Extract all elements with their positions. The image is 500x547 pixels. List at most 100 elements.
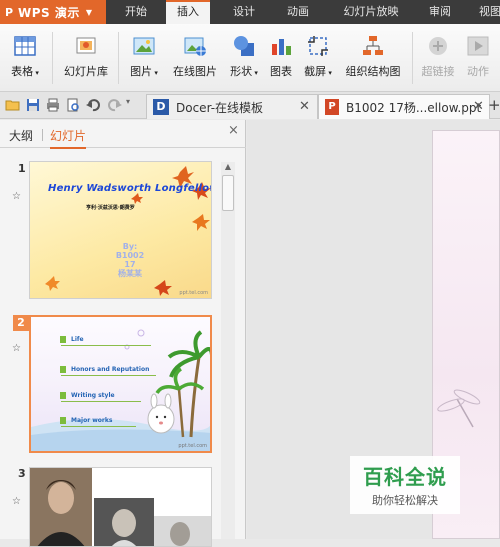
tab-slides[interactable]: 幻灯片 <box>50 127 87 149</box>
slide-thumbnail-3[interactable] <box>29 467 212 547</box>
online-picture-label: 在线图片 <box>173 65 217 78</box>
divider <box>61 401 141 402</box>
docer-icon: D <box>153 99 169 115</box>
tab-start[interactable]: 开始 <box>114 0 158 24</box>
save-icon[interactable] <box>25 97 41 113</box>
ribbon-divider <box>118 32 119 84</box>
action-icon <box>466 34 490 58</box>
chevron-down-icon: ▼ <box>85 7 93 17</box>
slide-footer: ppt.tel.com <box>179 290 208 296</box>
picture-icon <box>132 34 156 58</box>
online-picture-icon <box>183 34 207 58</box>
close-tab-icon[interactable]: ✕ <box>473 99 484 114</box>
print-icon[interactable] <box>45 97 61 113</box>
animation-star-icon: ☆ <box>12 191 21 202</box>
slide-title: Henry Wadsworth Longfellow <box>48 183 212 194</box>
tab-insert[interactable]: 插入 <box>166 0 210 24</box>
menu-bar: P WPS 演示 ▼ 开始 插入 设计 动画 幻灯片放映 审阅 视图 <box>0 0 500 24</box>
watermark-logo: 百科全说 助你轻松解决 <box>350 456 460 514</box>
org-chart-button[interactable]: 组织结构图 <box>342 30 404 86</box>
toc-item: Writing style <box>71 392 115 399</box>
slide-footer: ppt.tel.com <box>178 443 207 449</box>
screenshot-icon <box>306 34 330 58</box>
screenshot-button[interactable]: 截屏 ▾ <box>300 30 336 86</box>
panel-tab-bar: 大纲 幻灯片 × <box>0 120 246 149</box>
bullet-icon <box>60 366 66 373</box>
org-chart-label: 组织结构图 <box>345 65 401 78</box>
tab-review[interactable]: 审阅 <box>418 0 462 24</box>
app-title: WPS 演示 <box>18 5 80 20</box>
tab-animation[interactable]: 动画 <box>276 0 320 24</box>
divider <box>42 129 43 141</box>
bullet-icon <box>60 336 66 343</box>
byline-line: 杨某某 <box>118 269 142 278</box>
shapes-label: 形状 <box>230 65 253 78</box>
slide-subtitle: 亨利·沃兹沃思·朗费罗 <box>86 205 135 211</box>
animation-star-icon: ☆ <box>12 343 21 354</box>
toc-item: Life <box>71 336 84 343</box>
close-panel-icon[interactable]: × <box>228 123 239 138</box>
palm-tree-decoration <box>31 329 210 451</box>
picture-label: 图片 <box>130 65 153 78</box>
new-tab-button[interactable]: + <box>488 96 500 114</box>
scroll-thumb[interactable] <box>222 175 234 211</box>
tab-design[interactable]: 设计 <box>222 0 266 24</box>
online-picture-button[interactable]: 在线图片 <box>170 30 220 86</box>
toc-item: Major works <box>71 417 113 424</box>
close-tab-icon[interactable]: ✕ <box>299 99 310 114</box>
chart-icon <box>269 34 293 58</box>
print-preview-icon[interactable] <box>65 97 81 113</box>
divider <box>61 345 151 346</box>
undo-icon[interactable] <box>85 97 101 113</box>
wps-logo-icon: P <box>4 5 14 19</box>
portrait-photos <box>30 468 211 546</box>
hyperlink-icon <box>426 34 450 58</box>
table-button[interactable]: 表格 ▾ <box>6 30 44 86</box>
screenshot-label: 截屏 <box>304 65 327 78</box>
action-button[interactable]: 动作 <box>462 30 494 86</box>
scrollbar[interactable]: ▲ <box>221 162 235 539</box>
slide-number: 1 <box>18 162 26 175</box>
divider <box>61 375 156 376</box>
chart-button[interactable]: 图表 <box>266 30 296 86</box>
tab-label: B1002 17杨...ellow.ppt <box>346 100 482 115</box>
tab-outline[interactable]: 大纲 <box>9 127 33 144</box>
open-folder-icon[interactable] <box>5 97 21 113</box>
slide-thumbnail-1[interactable]: Henry Wadsworth Longfellow 亨利·沃兹沃思·朗费罗 B… <box>29 161 212 299</box>
hyperlink-button[interactable]: 超链接 <box>418 30 458 86</box>
table-icon <box>13 34 37 58</box>
redo-icon[interactable] <box>107 97 123 113</box>
ppt-file-icon: P <box>325 99 339 115</box>
bunny-character <box>147 393 175 434</box>
byline-line: B1002 <box>115 251 145 260</box>
animation-star-icon: ☆ <box>12 496 21 507</box>
shapes-icon <box>232 34 256 58</box>
slide-number: 3 <box>18 467 26 480</box>
tab-view[interactable]: 视图 <box>472 0 500 24</box>
tab-bar: ▾ D Docer-在线模板 ✕ P B1002 17杨...ellow.ppt… <box>0 92 500 119</box>
slide-byline: By: B1002 17 杨某某 <box>90 242 170 278</box>
action-label: 动作 <box>467 65 489 78</box>
slide-library-button[interactable]: 幻灯片库 <box>60 30 112 86</box>
byline-line: 17 <box>124 260 136 269</box>
bullet-icon <box>60 392 66 399</box>
slide-library-icon <box>74 34 98 58</box>
toc-item: Honors and Reputation <box>71 366 150 373</box>
table-label: 表格 <box>11 65 34 78</box>
chart-label: 图表 <box>270 65 292 78</box>
slide-thumbnail-2[interactable]: Life Honors and Reputation Writing style… <box>29 315 212 453</box>
ribbon-divider <box>52 32 53 84</box>
tab-document[interactable]: P B1002 17杨...ellow.ppt ✕ <box>318 94 490 119</box>
shapes-button[interactable]: 形状 ▾ <box>226 30 262 86</box>
tab-docer-templates[interactable]: D Docer-在线模板 ✕ <box>146 94 318 119</box>
slide-number: 2 <box>13 315 29 331</box>
ribbon-divider <box>412 32 413 84</box>
quick-access-dropdown-icon[interactable]: ▾ <box>126 97 136 113</box>
picture-button[interactable]: 图片 ▾ <box>126 30 162 86</box>
scroll-up-icon[interactable]: ▲ <box>221 162 235 174</box>
tab-slideshow[interactable]: 幻灯片放映 <box>334 0 408 24</box>
hyperlink-label: 超链接 <box>421 65 455 78</box>
watermark-title: 百科全说 <box>363 465 447 489</box>
byline-line: By: <box>122 242 138 251</box>
app-menu-button[interactable]: P WPS 演示 ▼ <box>0 0 106 24</box>
